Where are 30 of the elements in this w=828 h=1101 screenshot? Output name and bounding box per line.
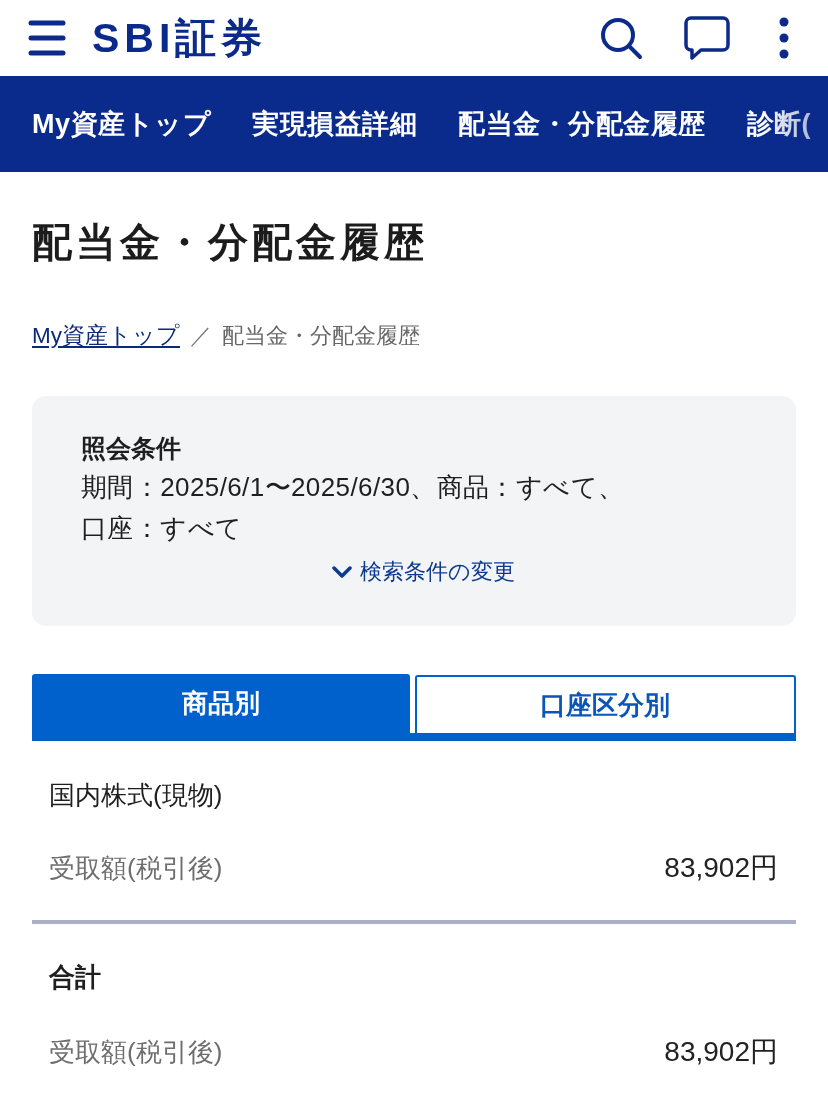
chevron-down-icon bbox=[332, 565, 352, 579]
row-value: 83,902円 bbox=[664, 1035, 778, 1069]
breadcrumb-separator: ／ bbox=[190, 322, 212, 350]
breadcrumb-current: 配当金・分配金履歴 bbox=[222, 322, 420, 350]
conditions-heading: 照会条件 bbox=[81, 433, 182, 464]
chat-button[interactable] bbox=[684, 16, 730, 60]
section-title: 国内株式(現物) bbox=[49, 779, 224, 812]
tab[interactable]: 口座区分別 bbox=[414, 675, 796, 733]
chat-bubble-icon bbox=[684, 16, 730, 60]
more-button[interactable] bbox=[779, 17, 789, 59]
section-title: 合計 bbox=[49, 961, 102, 994]
conditions-text: 期間：2025/6/1〜2025/6/30、商品：すべて、 bbox=[81, 471, 626, 504]
nav-tab[interactable]: 実現損益詳細 bbox=[252, 107, 417, 141]
nav-tab[interactable]: 配当金・分配金履歴 bbox=[458, 107, 706, 141]
nav-tab[interactable]: My資産トップ bbox=[32, 107, 211, 141]
row-label: 受取額(税引後) bbox=[49, 852, 223, 885]
breadcrumb-link[interactable]: My資産トップ bbox=[32, 321, 180, 351]
row-value: 83,902円 bbox=[664, 851, 778, 885]
more-vertical-icon bbox=[779, 17, 789, 59]
conditions-text: 口座：すべて bbox=[81, 512, 244, 545]
menu-icon bbox=[28, 20, 66, 56]
nav-tab[interactable]: 診断( bbox=[746, 107, 811, 141]
tab[interactable]: 商品別 bbox=[32, 674, 410, 733]
search-icon bbox=[599, 16, 643, 60]
logo[interactable]: SBI証券 bbox=[92, 14, 268, 62]
row-label: 受取額(税引後) bbox=[49, 1036, 223, 1069]
menu-button[interactable] bbox=[28, 20, 66, 56]
page-title: 配当金・分配金履歴 bbox=[32, 219, 429, 266]
change-conditions-link[interactable]: 検索条件の変更 bbox=[332, 557, 515, 587]
search-button[interactable] bbox=[599, 16, 643, 60]
